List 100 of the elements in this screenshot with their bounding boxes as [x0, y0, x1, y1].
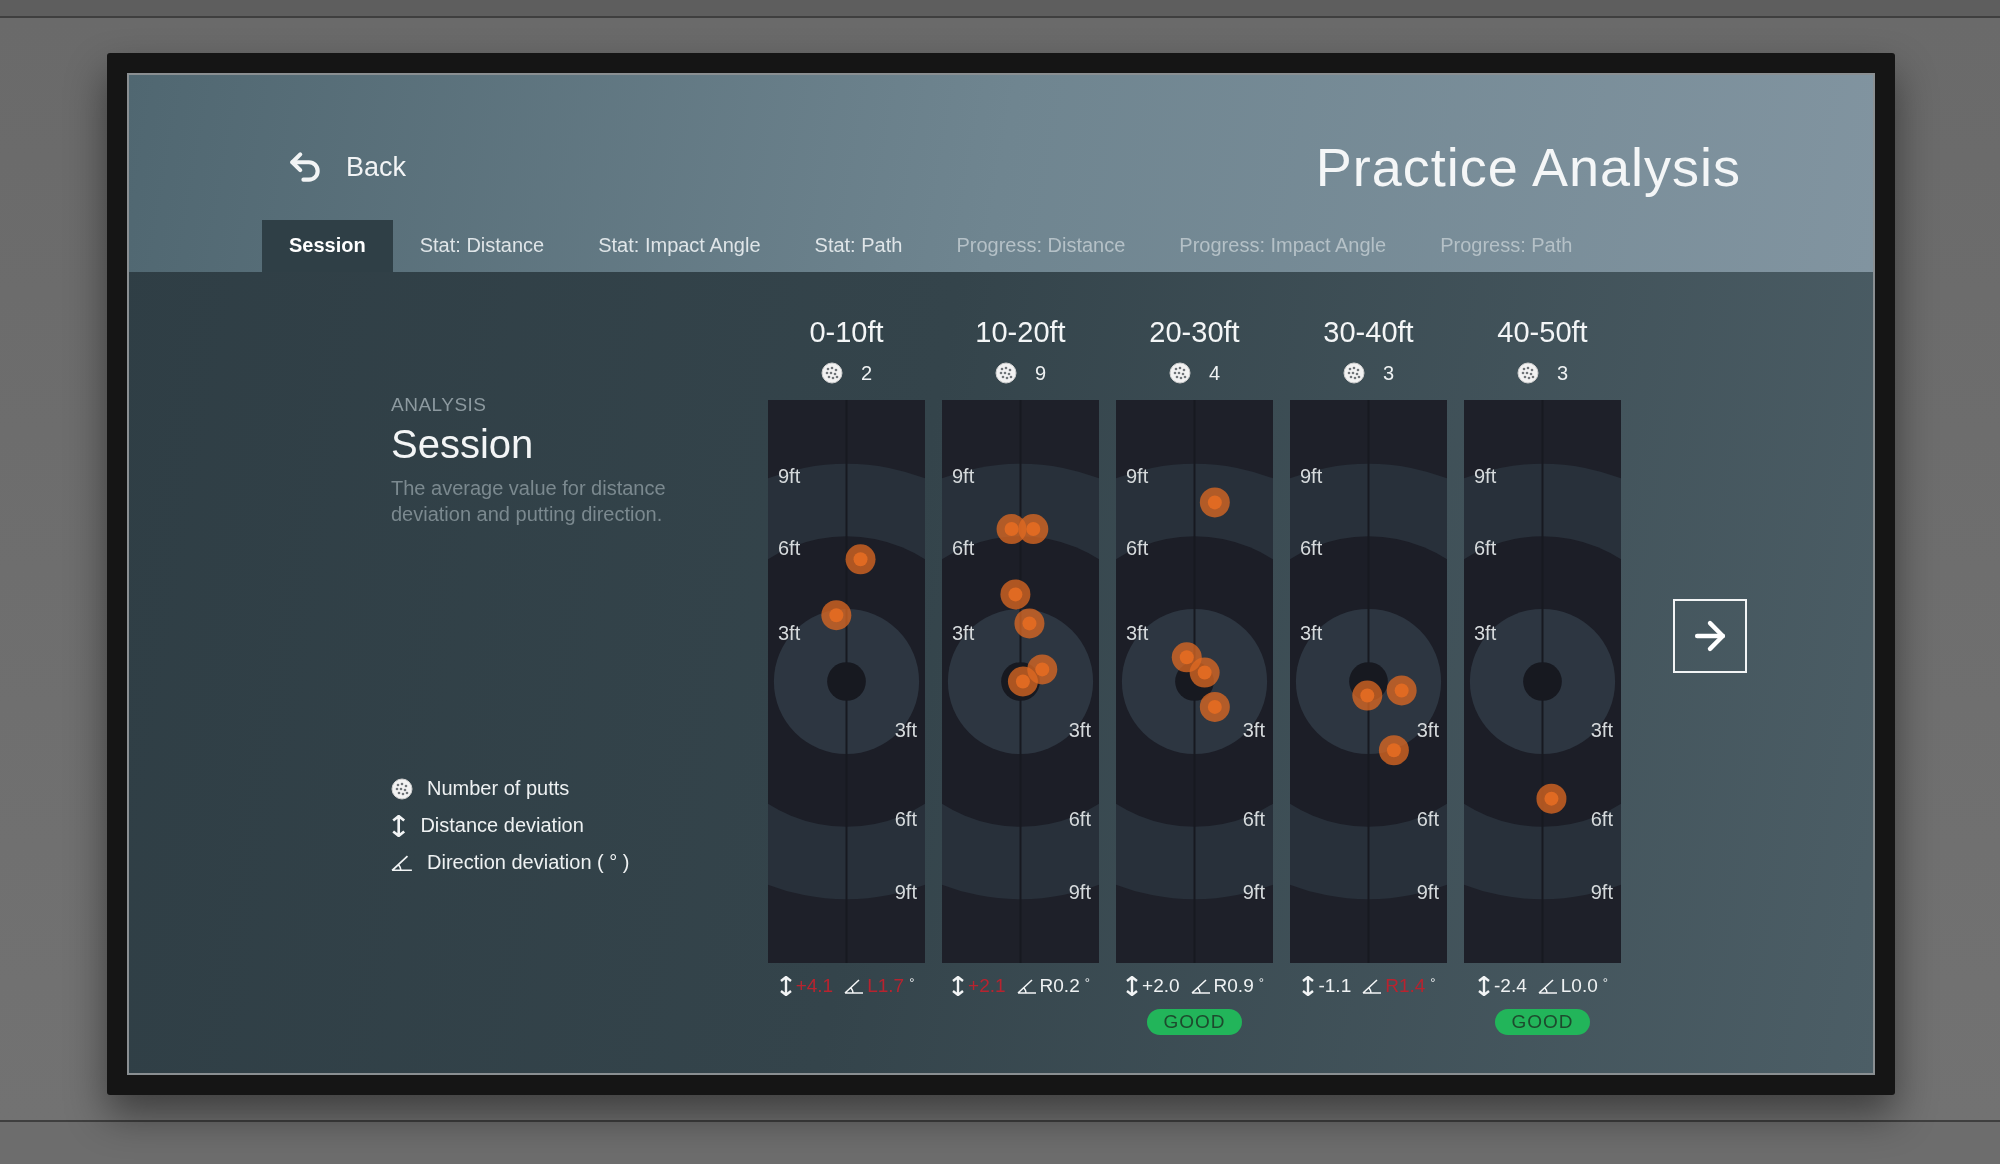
degree-unit: °: [909, 975, 915, 990]
distance-value: -1.1: [1318, 975, 1352, 997]
degree-unit: °: [1602, 975, 1608, 990]
putt-marker: [1199, 691, 1230, 722]
putt-count: 4: [1208, 361, 1221, 385]
distance-mark: 3ft: [1416, 718, 1439, 741]
legend-label: Direction deviation ( ° ): [427, 851, 630, 874]
degree-unit: °: [1084, 975, 1090, 990]
distance-icon: [778, 976, 793, 996]
distance-icon: [391, 814, 407, 837]
putt-marker: [821, 600, 852, 631]
distance-mark: 6ft: [1300, 537, 1323, 560]
golf-ball-icon: [391, 777, 413, 800]
angle-icon: [1537, 978, 1558, 994]
tab[interactable]: Stat: Path: [787, 220, 930, 272]
rating-badge: GOOD: [1495, 1009, 1590, 1035]
putt-count: 2: [860, 361, 873, 385]
direction-value: R0.2: [1039, 975, 1080, 997]
direction-value: R0.9: [1213, 975, 1254, 997]
distance-mark: 6ft: [952, 537, 975, 560]
range-title: 40-50ft: [1497, 316, 1588, 350]
range-title: 0-10ft: [809, 316, 884, 350]
distance-mark: 6ft: [1068, 808, 1091, 831]
distance-mark: 3ft: [1242, 718, 1265, 741]
golf-ball-icon: [820, 362, 843, 384]
putt-marker: [1352, 680, 1383, 711]
distance-mark: 9ft: [952, 464, 975, 487]
putt-count: 3: [1382, 361, 1395, 385]
distance-mark: 3ft: [1126, 622, 1149, 645]
distance-mark: 6ft: [1126, 537, 1149, 560]
distance-mark: 9ft: [1242, 881, 1265, 904]
golf-ball-icon: [1168, 362, 1191, 384]
distance-mark: 6ft: [1242, 808, 1265, 831]
distance-mark: 9ft: [778, 464, 801, 487]
distance-mark: 6ft: [778, 537, 801, 560]
putt-count: 9: [1034, 361, 1047, 385]
distance-mark: 9ft: [1300, 464, 1323, 487]
distance-value: +2.0: [1142, 975, 1180, 997]
distance-value: +2.1: [968, 975, 1006, 997]
golf-ball-icon: [994, 362, 1017, 384]
putt-marker: [1014, 608, 1045, 639]
distance-icon: [1125, 976, 1140, 996]
section-description: The average value for distance deviation and putting direction.: [391, 476, 667, 527]
angle-icon: [1016, 978, 1037, 994]
distance-mark: 9ft: [1416, 881, 1439, 904]
range-title: 30-40ft: [1323, 316, 1414, 350]
distance-mark: 3ft: [778, 622, 801, 645]
page-title: Practice Analysis: [1315, 136, 1741, 198]
putt-marker: [1386, 675, 1417, 706]
putt-marker: [1189, 657, 1220, 688]
distance-mark: 3ft: [952, 622, 975, 645]
putt-marker: [1000, 579, 1031, 610]
degree-unit: °: [1258, 975, 1264, 990]
distance-mark: 6ft: [1474, 537, 1497, 560]
legend-label: Distance deviation: [420, 814, 584, 837]
putt-marker: [1018, 514, 1049, 545]
section-title: Session: [391, 422, 535, 467]
direction-value: L0.0: [1560, 975, 1598, 997]
distance-mark: 9ft: [894, 881, 917, 904]
putt-marker: [1007, 666, 1038, 697]
putt-marker: [1199, 487, 1230, 518]
direction-value: R1.4: [1385, 975, 1426, 997]
distance-mark: 3ft: [1590, 718, 1613, 741]
distance-mark: 9ft: [1590, 881, 1613, 904]
tab[interactable]: Session: [262, 220, 393, 272]
putt-marker: [1536, 783, 1567, 814]
angle-icon: [391, 853, 413, 872]
distance-mark: 3ft: [1300, 622, 1323, 645]
golf-ball-icon: [1516, 362, 1539, 384]
distance-mark: 3ft: [1068, 718, 1091, 741]
direction-value: L1.7: [867, 975, 905, 997]
distance-value: +4.1: [795, 975, 834, 997]
rating-badge: GOOD: [1147, 1009, 1242, 1035]
distance-mark: 6ft: [1416, 808, 1439, 831]
next-button[interactable]: [1673, 599, 1747, 673]
angle-icon: [844, 978, 865, 994]
distance-mark: 3ft: [1474, 622, 1497, 645]
golf-ball-icon: [1342, 362, 1365, 384]
distance-mark: 9ft: [1068, 881, 1091, 904]
range-title: 20-30ft: [1149, 316, 1240, 350]
degree-unit: °: [1430, 975, 1436, 990]
tab[interactable]: Stat: Impact Angle: [571, 220, 788, 272]
putt-marker: [845, 544, 876, 575]
legend-label: Number of putts: [427, 777, 570, 800]
distance-icon: [1301, 976, 1316, 996]
distance-icon: [951, 976, 966, 996]
distance-mark: 9ft: [1126, 464, 1149, 487]
distance-mark: 6ft: [1590, 808, 1613, 831]
range-title: 10-20ft: [975, 316, 1066, 350]
distance-icon: [1477, 976, 1492, 996]
distance-mark: 6ft: [894, 808, 917, 831]
back-button[interactable]: Back: [286, 148, 407, 186]
putt-marker: [1378, 735, 1409, 766]
section-eyebrow: ANALYSIS: [391, 394, 488, 416]
distance-mark: 9ft: [1474, 464, 1497, 487]
tab[interactable]: Stat: Distance: [392, 220, 572, 272]
distance-value: -2.4: [1494, 975, 1527, 997]
angle-icon: [1362, 978, 1383, 994]
putt-count: 3: [1556, 361, 1569, 385]
angle-icon: [1190, 978, 1211, 994]
